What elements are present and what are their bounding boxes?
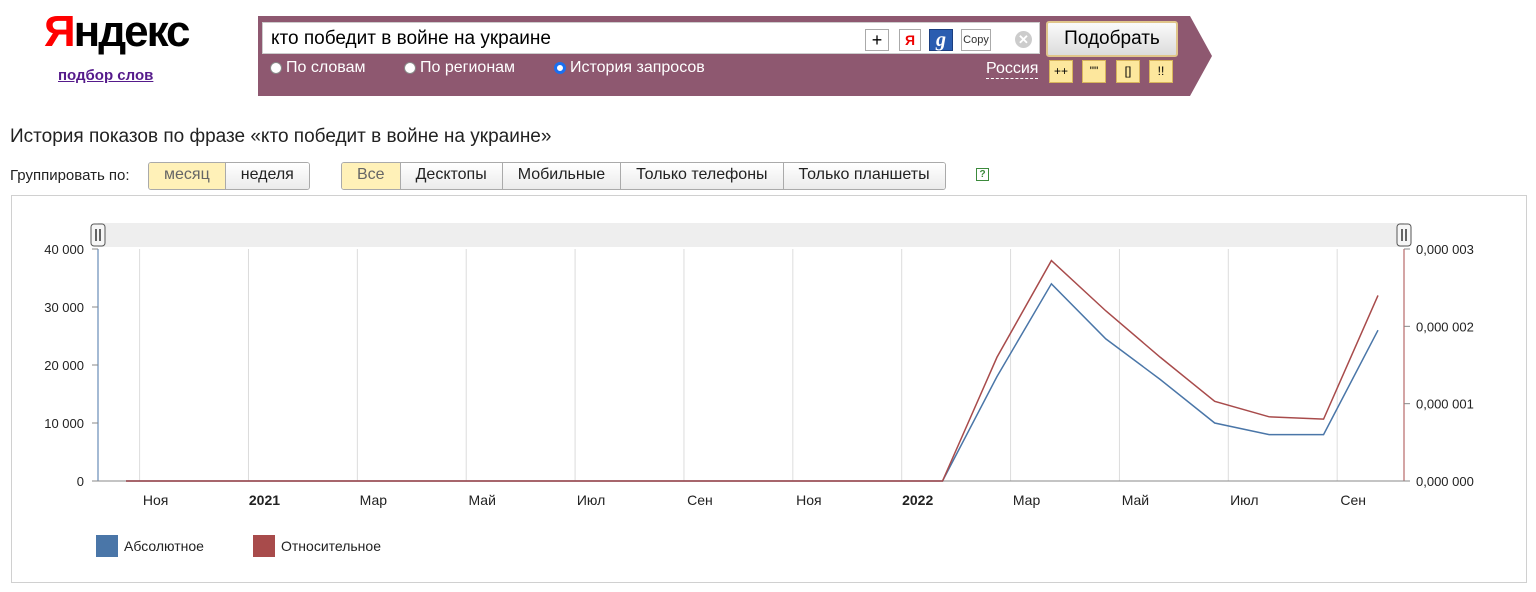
- submit-button[interactable]: Подобрать: [1046, 21, 1178, 57]
- wordstat-link[interactable]: подбор слов: [58, 67, 153, 84]
- operator-exclaim-button[interactable]: !!: [1149, 60, 1173, 83]
- y-right-tick-label: 0,000 000: [1416, 474, 1474, 489]
- chart-grid: [139, 249, 1338, 481]
- device-all-button[interactable]: Все: [342, 163, 401, 189]
- device-tablets-button[interactable]: Только планшеты: [783, 163, 945, 189]
- x-tick-label: Мар: [1013, 492, 1041, 508]
- x-tick-label: 2021: [249, 492, 280, 508]
- clear-icon[interactable]: ✕: [1015, 31, 1032, 48]
- y-right-tick-label: 0,000 001: [1416, 397, 1474, 412]
- x-tick-label: Сен: [687, 492, 713, 508]
- y-left-tick-label: 40 000: [44, 242, 84, 257]
- series-line-relative: [126, 259, 1379, 482]
- legend-label: Относительное: [281, 538, 381, 554]
- device-mobile-button[interactable]: Мобильные: [502, 163, 622, 189]
- x-tick-label: Сен: [1340, 492, 1366, 508]
- handle-body: [90, 223, 106, 247]
- help-icon[interactable]: ?: [976, 168, 989, 181]
- logo-first-letter: Я: [44, 7, 76, 56]
- y-right-tick-label: 0,000 003: [1416, 242, 1474, 257]
- y-left-tick-label: 30 000: [44, 300, 84, 315]
- logo-rest: ндекс: [73, 7, 191, 56]
- chart-axes: 40 000 30 000 20 000 10 000 0 0,000 003 0,000 …: [44, 242, 1474, 508]
- radio-by-words[interactable]: По словам: [270, 59, 365, 77]
- navigator-left-handle[interactable]: [90, 223, 106, 247]
- group-month-button[interactable]: месяц: [149, 163, 226, 189]
- legend-swatch: [253, 535, 275, 557]
- radio-label: По регионам: [420, 59, 516, 76]
- y-left-tick-label: 0: [77, 474, 84, 489]
- x-tick-label: Ноя: [796, 492, 821, 508]
- x-tick-label: Ноя: [143, 492, 168, 508]
- chart-legend: Абсолютное Относительное: [96, 535, 381, 557]
- search-input[interactable]: кто победит в войне на украине + Я g Cop…: [262, 22, 1040, 54]
- radio-selected-icon: [554, 62, 566, 74]
- operator-plus-button[interactable]: ++: [1049, 60, 1073, 83]
- add-plus-button[interactable]: +: [865, 29, 889, 51]
- legend-swatch: [96, 535, 118, 557]
- chart-panel: 40 000 30 000 20 000 10 000 0 0,000 003 0,000 …: [11, 195, 1527, 583]
- chart-lines: [126, 259, 1379, 482]
- x-tick-label: Май: [468, 492, 495, 508]
- page-title: История показов по фразе «кто победит в …: [10, 126, 552, 147]
- handle-body: [1396, 223, 1412, 247]
- region-selector[interactable]: Россия: [986, 60, 1039, 79]
- navigator-track: [98, 223, 1404, 247]
- operator-quotes-button[interactable]: "": [1082, 60, 1106, 83]
- y-left-tick-label: 20 000: [44, 358, 84, 373]
- x-tick-label: Июл: [577, 492, 605, 508]
- device-desktop-button[interactable]: Десктопы: [400, 163, 503, 189]
- group-by-toggle: месяц неделя: [148, 162, 310, 190]
- x-tick-label: Май: [1122, 492, 1149, 508]
- radio-by-regions[interactable]: По регионам: [404, 59, 515, 77]
- radio-icon: [270, 62, 282, 74]
- x-tick-label: 2022: [902, 492, 933, 508]
- history-chart: 40 000 30 000 20 000 10 000 0 0,000 003 0,000 …: [44, 223, 1474, 557]
- search-query-text[interactable]: кто победит в войне на украине: [271, 28, 551, 50]
- range-navigator[interactable]: [90, 223, 1412, 247]
- operator-brackets-button[interactable]: []: [1116, 60, 1140, 83]
- device-phones-button[interactable]: Только телефоны: [621, 163, 784, 189]
- radio-label: История запросов: [570, 59, 705, 76]
- group-week-button[interactable]: неделя: [225, 163, 309, 189]
- navigator-right-handle[interactable]: [1396, 223, 1412, 247]
- device-filter: Все Десктопы Мобильные Только телефоны Т…: [341, 162, 946, 190]
- y-right-tick-label: 0,000 002: [1416, 319, 1474, 334]
- radio-icon: [404, 62, 416, 74]
- x-tick-label: Мар: [360, 492, 388, 508]
- legend-label: Абсолютное: [124, 538, 204, 554]
- google-search-icon[interactable]: g: [929, 29, 953, 51]
- yandex-search-icon[interactable]: Я: [899, 29, 921, 51]
- search-bar-arrow: [1190, 16, 1212, 96]
- group-by-label: Группировать по:: [10, 167, 130, 184]
- x-tick-label: Июл: [1230, 492, 1258, 508]
- radio-label: По словам: [286, 59, 366, 76]
- y-left-tick-label: 10 000: [44, 416, 84, 431]
- radio-history[interactable]: История запросов: [554, 59, 705, 77]
- yandex-logo[interactable]: Яндекс: [44, 7, 191, 56]
- copy-button[interactable]: Copy: [961, 29, 991, 51]
